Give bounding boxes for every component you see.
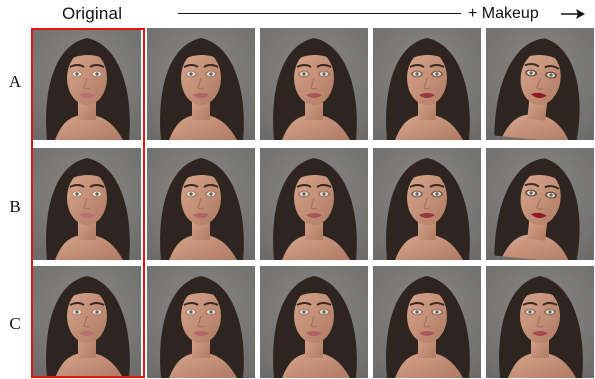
makeup-portrait-image [260, 28, 368, 140]
makeup-portrait-image [486, 148, 594, 260]
portrait-row-a [33, 28, 595, 140]
makeup-portrait-image [147, 28, 255, 140]
makeup-direction-line [178, 13, 461, 15]
makeup-portrait-image [147, 148, 255, 260]
row-label-b: B [9, 197, 21, 216]
right-arrow-icon [561, 9, 585, 19]
makeup-portrait-image [260, 266, 368, 378]
original-portrait-image [33, 148, 141, 260]
portrait-row-c [33, 266, 595, 378]
makeup-portrait-image [373, 148, 481, 260]
makeup-portrait-image [260, 148, 368, 260]
original-portrait-image [33, 28, 141, 140]
makeup-portrait-image [373, 28, 481, 140]
makeup-direction-label: + Makeup [468, 5, 539, 22]
portrait-row-b [33, 148, 595, 260]
original-portrait-image [33, 266, 141, 378]
row-label-a: A [8, 72, 22, 91]
makeup-portrait-image [373, 266, 481, 378]
row-label-c: C [9, 314, 21, 333]
original-column-header: Original [62, 4, 123, 23]
makeup-portrait-image [147, 266, 255, 378]
makeup-portrait-image [486, 266, 594, 378]
makeup-portrait-image [486, 28, 594, 140]
